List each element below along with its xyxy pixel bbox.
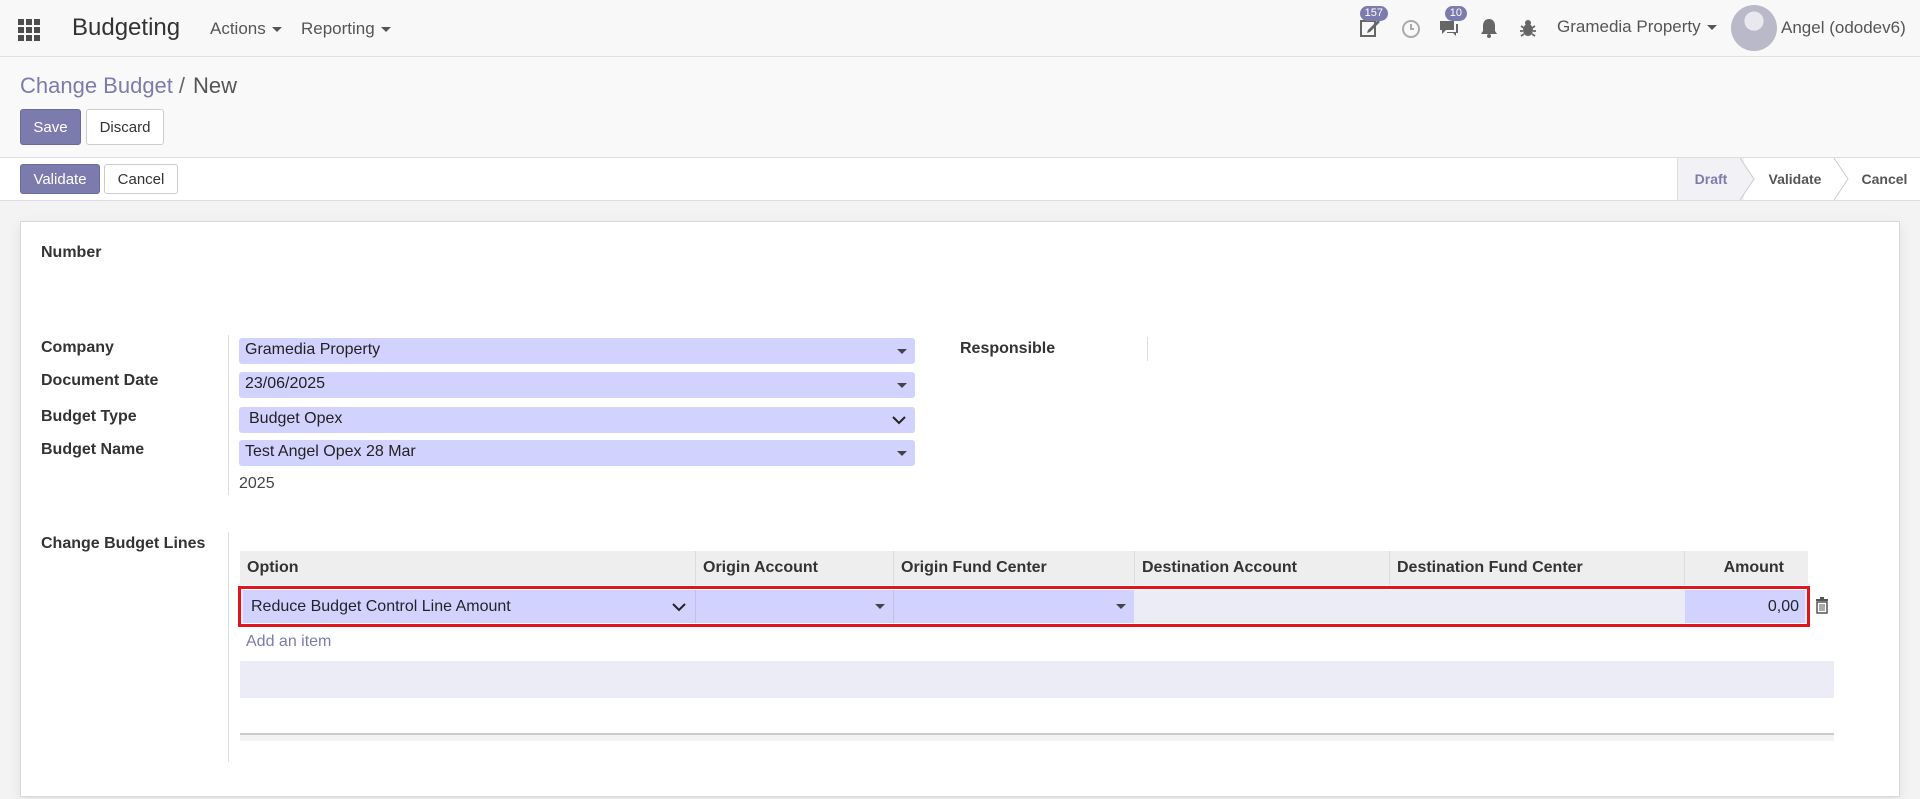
- column-amount[interactable]: Amount: [1684, 551, 1808, 585]
- chevron-down-icon: [892, 416, 906, 425]
- column-origin-account[interactable]: Origin Account: [695, 551, 893, 585]
- messages-icon[interactable]: 10: [1437, 6, 1467, 40]
- app-title: Budgeting: [72, 14, 181, 41]
- column-origin-fund-center[interactable]: Origin Fund Center: [893, 551, 1134, 585]
- dropdown-arrow-icon: [875, 604, 885, 609]
- destination-account-field[interactable]: [1134, 590, 1389, 623]
- company-switcher[interactable]: Gramedia Property: [1557, 17, 1717, 37]
- budget-name-label: Budget Name: [41, 441, 145, 458]
- column-destination-fund-center[interactable]: Destination Fund Center: [1389, 551, 1684, 585]
- actions-menu[interactable]: Actions: [210, 19, 282, 39]
- field-divider: [228, 532, 229, 762]
- lines-table-header: Option Origin Account Origin Fund Center…: [240, 551, 1808, 585]
- origin-fund-center-field[interactable]: [893, 590, 1134, 623]
- activity-edit-icon[interactable]: 157: [1358, 6, 1388, 40]
- document-date-field[interactable]: 23/06/2025: [239, 372, 915, 398]
- stage-validate[interactable]: Validate: [1755, 158, 1835, 200]
- control-panel: Change Budget / New Save Discard: [0, 57, 1920, 158]
- messages-badge: 10: [1444, 6, 1467, 21]
- breadcrumb-parent-link[interactable]: Change Budget: [20, 73, 173, 98]
- dropdown-arrow-icon: [897, 451, 907, 456]
- trash-icon[interactable]: [1814, 596, 1830, 614]
- destination-fund-center-field[interactable]: [1389, 590, 1684, 623]
- debug-bug-icon[interactable]: [1516, 16, 1540, 40]
- reporting-menu[interactable]: Reporting: [301, 19, 391, 39]
- stage-draft[interactable]: Draft: [1678, 158, 1744, 200]
- breadcrumb-separator: /: [178, 73, 186, 98]
- document-date-label: Document Date: [41, 372, 159, 389]
- company-field[interactable]: Gramedia Property: [239, 338, 915, 364]
- change-budget-lines-label: Change Budget Lines: [41, 535, 206, 552]
- responsible-label: Responsible: [960, 340, 1056, 357]
- dropdown-arrow-icon: [1116, 604, 1126, 609]
- origin-account-field[interactable]: [695, 590, 893, 623]
- validate-button[interactable]: Validate: [20, 164, 100, 194]
- top-navbar: Budgeting Actions Reporting 157 10 Grame…: [0, 0, 1920, 57]
- field-divider: [1147, 337, 1148, 361]
- form-sheet: [20, 221, 1900, 797]
- discard-button[interactable]: Discard: [86, 109, 164, 145]
- column-destination-account[interactable]: Destination Account: [1134, 551, 1389, 585]
- status-bar: Validate Cancel Draft Validate Cancel: [0, 158, 1920, 201]
- user-avatar[interactable]: [1731, 5, 1777, 51]
- company-label: Company: [41, 339, 114, 356]
- chevron-down-icon: [672, 603, 686, 612]
- table-empty-row: [240, 661, 1834, 698]
- amount-field[interactable]: 0,00: [1685, 590, 1805, 623]
- apps-grid-icon[interactable]: [16, 17, 40, 41]
- field-divider: [228, 335, 229, 495]
- user-menu[interactable]: Angel (ododev6): [1781, 18, 1906, 38]
- bell-icon[interactable]: [1477, 16, 1501, 40]
- dropdown-arrow-icon: [897, 383, 907, 388]
- column-option[interactable]: Option: [240, 551, 695, 585]
- add-item-link[interactable]: Add an item: [246, 633, 331, 651]
- budget-type-label: Budget Type: [41, 408, 137, 425]
- budget-year: 2025: [239, 475, 275, 492]
- budget-name-field[interactable]: Test Angel Opex 28 Mar: [239, 440, 915, 466]
- table-row[interactable]: Reduce Budget Control Line Amount 0,00: [240, 590, 1808, 623]
- cancel-button[interactable]: Cancel: [104, 164, 178, 194]
- breadcrumb-current: New: [193, 73, 238, 98]
- option-select[interactable]: Reduce Budget Control Line Amount: [243, 590, 695, 623]
- dropdown-arrow-icon: [897, 349, 907, 354]
- number-label: Number: [41, 244, 102, 261]
- clock-icon[interactable]: [1399, 16, 1423, 40]
- stage-cancel[interactable]: Cancel: [1849, 158, 1920, 200]
- breadcrumb: Change Budget / New: [20, 73, 237, 99]
- activity-badge: 157: [1359, 6, 1388, 21]
- save-button[interactable]: Save: [20, 109, 81, 145]
- budget-type-select[interactable]: Budget Opex: [239, 407, 915, 433]
- table-footer: [240, 733, 1834, 741]
